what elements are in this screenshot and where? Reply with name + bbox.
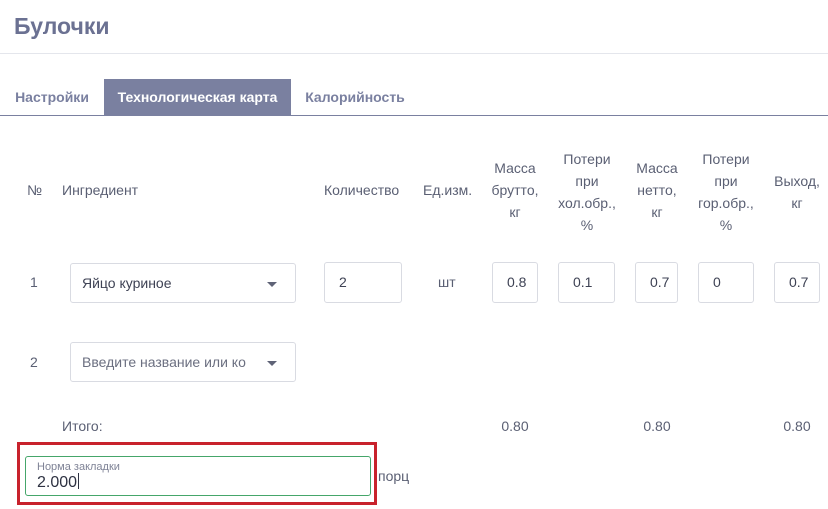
yield-input[interactable]: 0.7: [774, 262, 820, 303]
norm-unit: порц: [378, 468, 410, 484]
quantity-input[interactable]: 2: [324, 262, 402, 303]
header-quantity: Количество: [324, 182, 400, 198]
norm-label: Норма закладки: [37, 461, 120, 473]
header-num: №: [27, 182, 43, 198]
total-net-mass: 0.80: [643, 418, 671, 434]
total-yield: 0.80: [783, 418, 811, 434]
row-number: 2: [30, 354, 38, 370]
norm-input[interactable]: Норма закладки 2.000: [25, 456, 371, 496]
header-unit: Ед.изм.: [423, 182, 473, 198]
header-hot-loss: Потери при гор.обр., %: [698, 151, 754, 233]
header-net-mass: Масса нетто, кг: [636, 160, 678, 220]
chevron-down-icon: [267, 282, 277, 287]
tab-calories[interactable]: Калорийность: [295, 79, 415, 115]
ingredient-placeholder: Введите название или ко: [82, 354, 246, 370]
ingredient-value: Яйцо куриное: [82, 275, 172, 291]
row-number: 1: [30, 274, 38, 290]
header-ingredient: Ингредиент: [62, 182, 139, 198]
gross-mass-input[interactable]: 0.8: [492, 262, 538, 303]
total-gross-mass: 0.80: [501, 418, 529, 434]
totals-label: Итого:: [62, 418, 103, 434]
cold-loss-input[interactable]: 0.1: [558, 262, 615, 303]
net-mass-input[interactable]: 0.7: [635, 262, 678, 303]
page-title: Булочки: [14, 13, 110, 39]
header-yield: Выход, кг: [774, 173, 820, 211]
ingredient-search-select[interactable]: Введите название или ко: [70, 342, 296, 382]
title-divider: [0, 53, 828, 54]
ingredient-select[interactable]: Яйцо куриное: [70, 263, 296, 303]
tab-bar: Настройки Технологическая карта Калорийн…: [0, 79, 828, 116]
header-cold-loss: Потери при хол.обр., %: [558, 151, 616, 233]
hot-loss-input[interactable]: 0: [698, 262, 754, 303]
unit-value: шт: [438, 274, 456, 290]
tab-tech-card[interactable]: Технологическая карта: [104, 79, 291, 115]
chevron-down-icon: [267, 361, 277, 366]
text-caret: [78, 473, 80, 489]
header-gross-mass: Масса брутто, кг: [491, 160, 539, 220]
norm-value: 2.000: [37, 473, 80, 491]
tab-settings[interactable]: Настройки: [4, 79, 100, 115]
